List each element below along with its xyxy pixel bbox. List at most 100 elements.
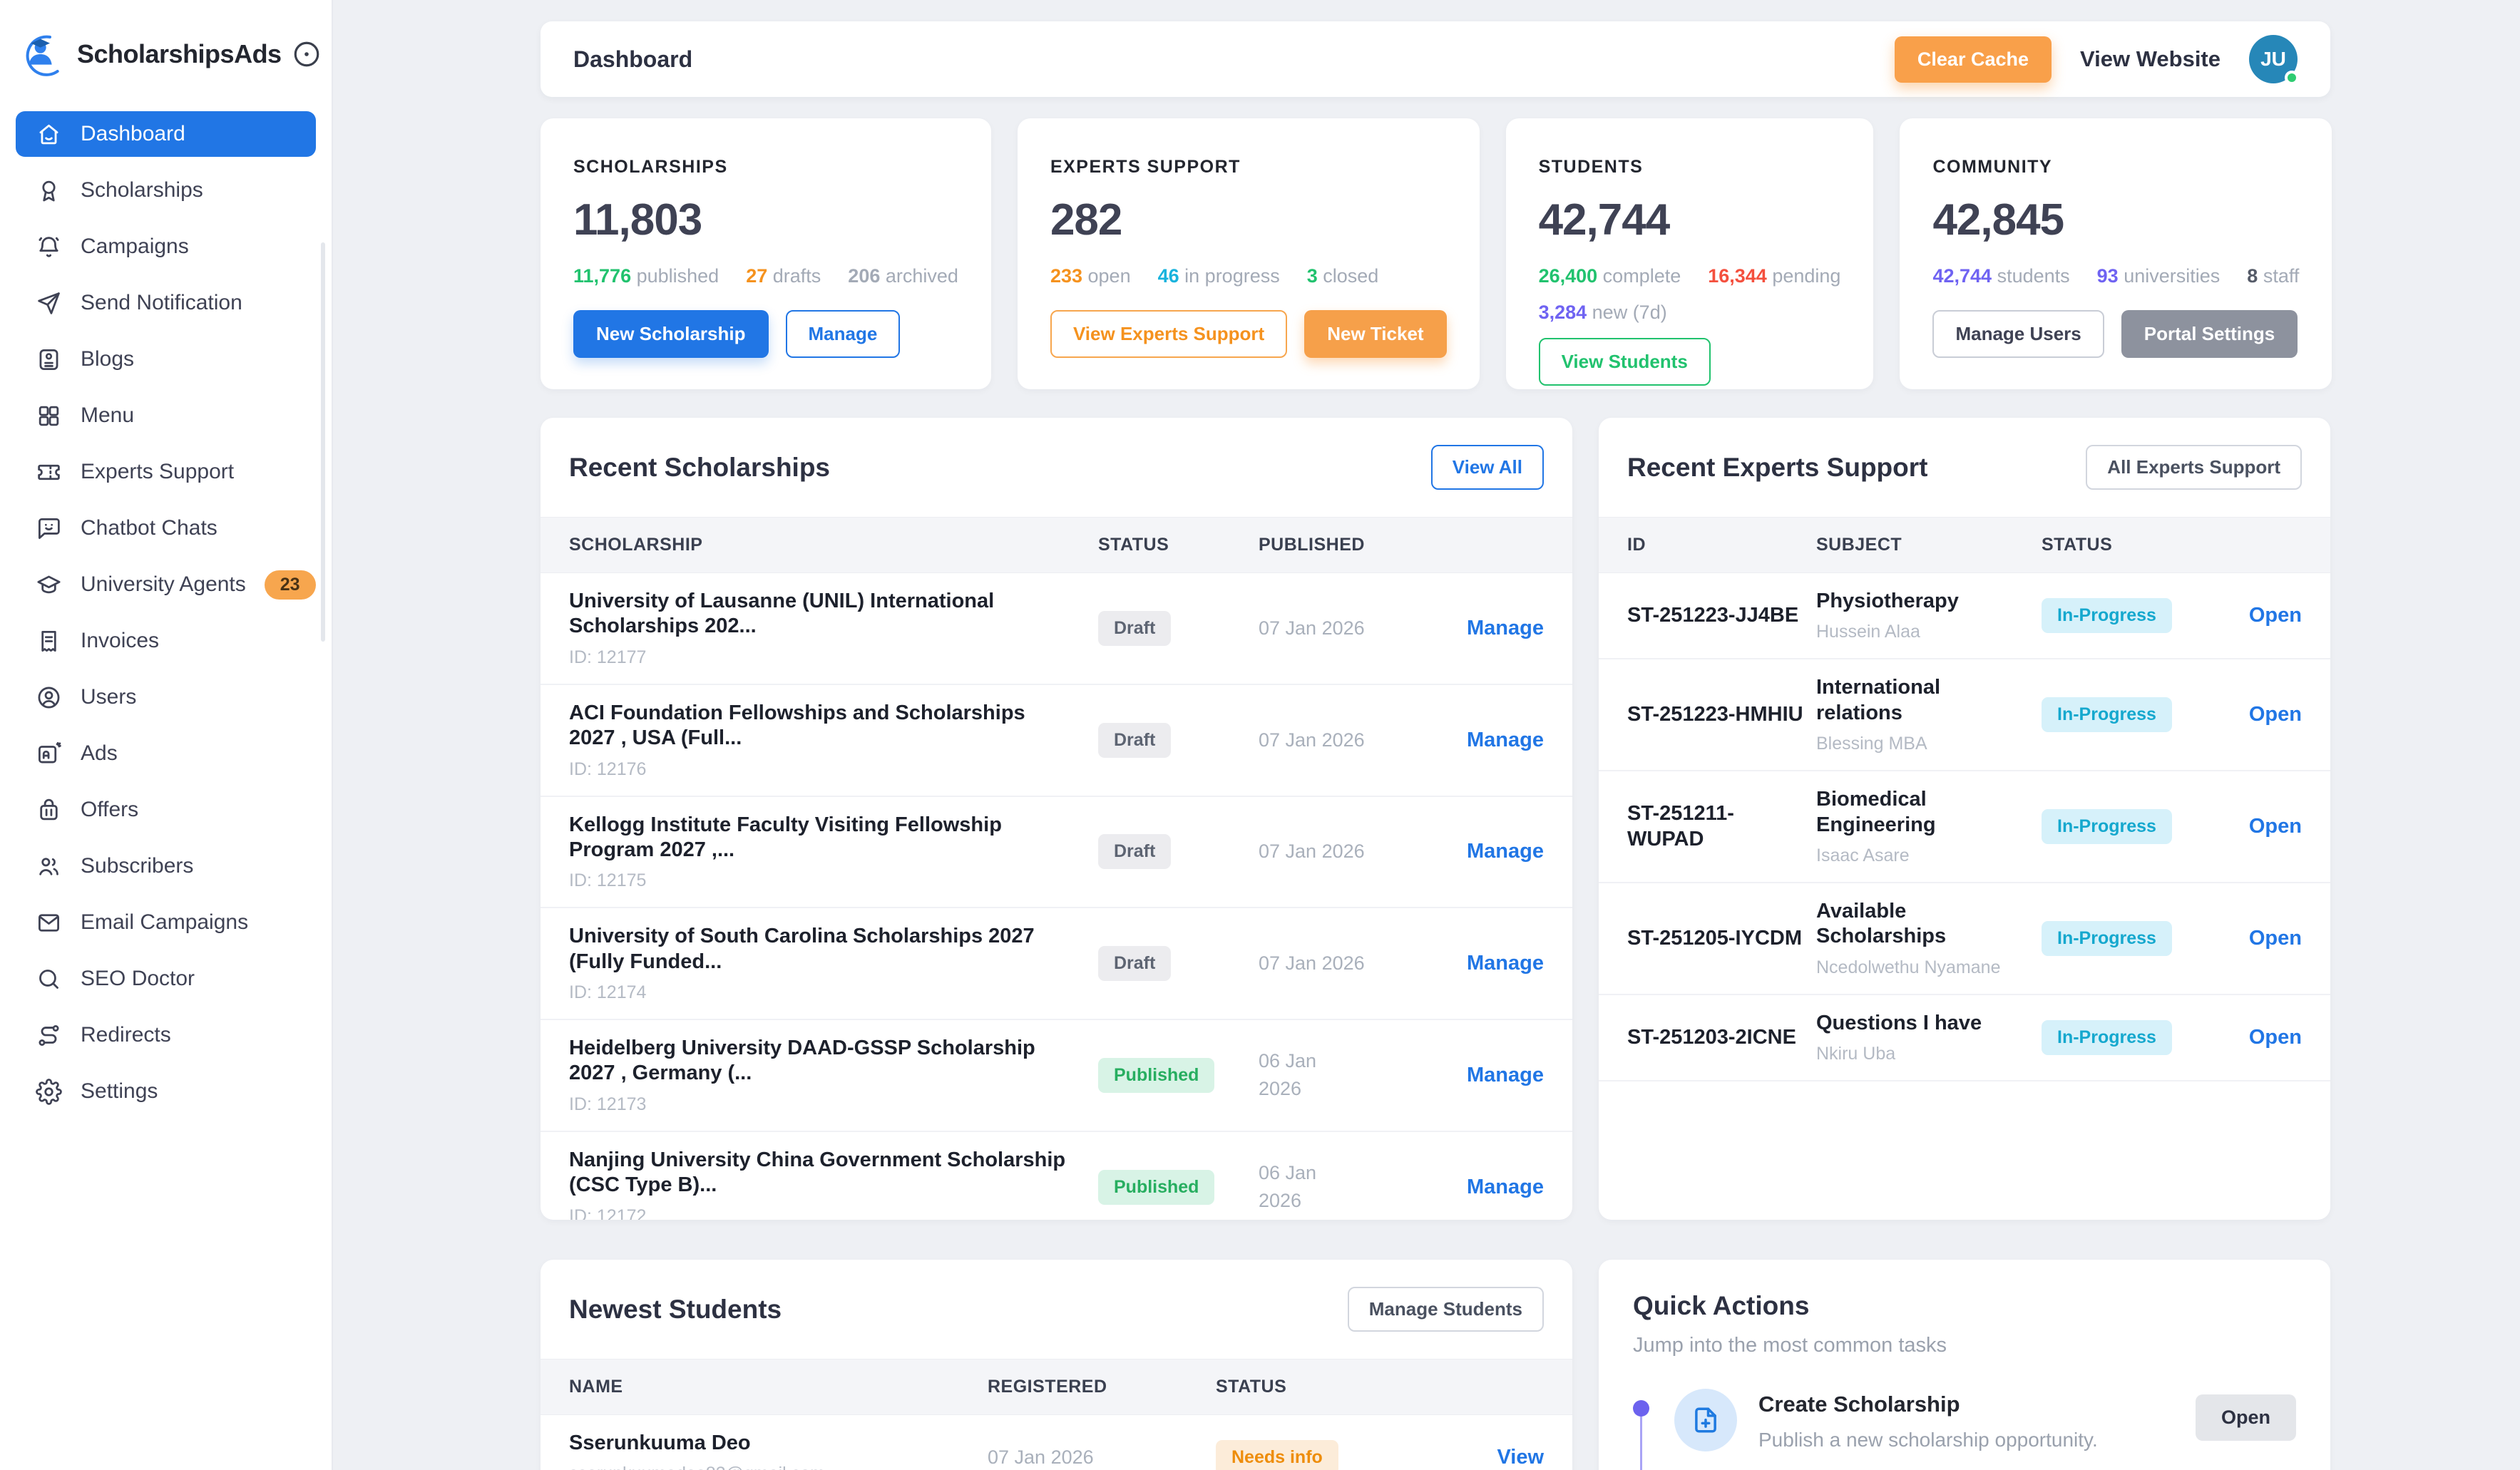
redirects-icon — [36, 1022, 62, 1049]
topbar: Dashboard Clear Cache View Website JU — [541, 21, 2330, 97]
ticket-subject: Biomedical Engineering — [1816, 787, 2030, 838]
view-experts-support-button[interactable]: View Experts Support — [1050, 310, 1287, 358]
manage-link[interactable]: Manage — [1467, 952, 1544, 975]
settings-icon — [36, 1079, 62, 1105]
email-campaigns-icon — [36, 910, 62, 936]
sidebar-item-settings[interactable]: Settings — [16, 1069, 316, 1114]
sidebar-item-campaigns[interactable]: Campaigns — [16, 224, 316, 269]
sidebar-item-label: Send Notification — [81, 291, 242, 315]
sidebar-item-badge: 23 — [265, 570, 316, 600]
quick-actions-list: Create ScholarshipPublish a new scholars… — [1633, 1389, 2296, 1470]
sidebar-collapse-icon[interactable] — [292, 39, 322, 69]
newest-students-card: Newest Students Manage Students NAME REG… — [541, 1260, 1572, 1470]
new-scholarship-button[interactable]: New Scholarship — [573, 310, 769, 358]
scholarship-title: University of South Carolina Scholarship… — [569, 924, 1077, 975]
scholarship-id: ID: 12177 — [569, 647, 1077, 668]
open-link[interactable]: Open — [2249, 927, 2302, 950]
view-all-button[interactable]: View All — [1431, 445, 1544, 490]
bottom-row: Newest Students Manage Students NAME REG… — [541, 1260, 2330, 1470]
ticket-person: Nkiru Uba — [1816, 1044, 2030, 1064]
manage-button[interactable]: Manage — [786, 310, 901, 358]
scholarship-id: ID: 12172 — [569, 1206, 1077, 1220]
stat-label: universities — [2124, 265, 2220, 287]
column-status: STATUS — [1216, 1377, 1465, 1397]
manage-link[interactable]: Manage — [1467, 1064, 1544, 1086]
sidebar-item-label: Campaigns — [81, 235, 189, 259]
scholarship-row: ACI Foundation Fellowships and Scholarsh… — [541, 685, 1572, 797]
stat-card-title: SCHOLARSHIPS — [573, 157, 958, 178]
scholarship-title: Nanjing University China Government Scho… — [569, 1148, 1077, 1198]
status-badge: In-Progress — [2042, 1020, 2172, 1055]
main-content: Dashboard Clear Cache View Website JU SC… — [333, 0, 2520, 1470]
sidebar-item-users[interactable]: Users — [16, 674, 316, 720]
manage-students-button[interactable]: Manage Students — [1348, 1287, 1544, 1332]
ticket-subject: International relations — [1816, 675, 2030, 726]
sidebar-item-dashboard[interactable]: Dashboard — [16, 111, 316, 157]
experts-support-title: Recent Experts Support — [1627, 453, 1927, 483]
stat-number: 46 — [1158, 265, 1179, 287]
sidebar-item-blogs[interactable]: Blogs — [16, 336, 316, 382]
status-badge: In-Progress — [2042, 697, 2172, 732]
stat-cards-row: SCHOLARSHIPS11,80311,776 published27 dra… — [541, 118, 2330, 389]
sidebar-item-label: Redirects — [81, 1023, 171, 1047]
sidebar-item-invoices[interactable]: Invoices — [16, 618, 316, 664]
experts-support-header: Recent Experts Support All Experts Suppo… — [1599, 418, 2330, 517]
sidebar-item-label: Menu — [81, 404, 134, 428]
manage-link[interactable]: Manage — [1467, 617, 1544, 639]
new-ticket-button[interactable]: New Ticket — [1304, 310, 1446, 358]
manage-link[interactable]: Manage — [1467, 729, 1544, 751]
scholarship-title: ACI Foundation Fellowships and Scholarsh… — [569, 701, 1077, 751]
sidebar-item-university-agents[interactable]: University Agents23 — [16, 562, 316, 607]
clear-cache-button[interactable]: Clear Cache — [1895, 36, 2052, 83]
stat-label: closed — [1323, 265, 1378, 287]
view-students-button[interactable]: View Students — [1539, 338, 1711, 386]
scholarship-title: Kellogg Institute Faculty Visiting Fello… — [569, 813, 1077, 863]
stat-label: published — [637, 265, 719, 287]
published-date: 07 Jan 2026 — [1259, 950, 1462, 977]
blogs-icon — [36, 346, 62, 373]
quick-action-create-scholarship: Create ScholarshipPublish a new scholars… — [1674, 1389, 2296, 1451]
quick-action-title: Create Scholarship — [1758, 1392, 2174, 1417]
open-link[interactable]: Open — [2249, 703, 2302, 726]
avatar[interactable]: JU — [2249, 35, 2298, 83]
stat-card-scholarships: SCHOLARSHIPS11,80311,776 published27 dra… — [541, 118, 991, 389]
sidebar-item-offers[interactable]: Offers — [16, 787, 316, 833]
sidebar-item-experts-support[interactable]: Experts Support — [16, 449, 316, 495]
stat-number: 11,776 — [573, 265, 631, 287]
manage-link[interactable]: Manage — [1467, 840, 1544, 863]
view-website-link[interactable]: View Website — [2080, 46, 2221, 72]
sidebar-item-label: Blogs — [81, 347, 134, 371]
sidebar-item-redirects[interactable]: Redirects — [16, 1012, 316, 1058]
students-table-header: NAME REGISTERED STATUS — [541, 1359, 1572, 1415]
scholarship-id: ID: 12173 — [569, 1094, 1077, 1115]
stat-number: 8 — [2247, 265, 2258, 287]
sidebar-item-ads[interactable]: Ads — [16, 731, 316, 776]
campaigns-icon — [36, 234, 62, 260]
column-id: ID — [1627, 535, 1816, 555]
manage-link[interactable]: Manage — [1467, 1176, 1544, 1198]
open-link[interactable]: Open — [2249, 1026, 2302, 1049]
portal-settings-button[interactable]: Portal Settings — [2121, 310, 2298, 358]
manage-users-button[interactable]: Manage Users — [1932, 310, 2104, 358]
ads-icon — [36, 741, 62, 767]
expert-ticket-row: ST-251203-2ICNEQuestions I haveNkiru Uba… — [1599, 995, 2330, 1081]
sidebar-item-subscribers[interactable]: Subscribers — [16, 843, 316, 889]
sidebar-item-email-campaigns[interactable]: Email Campaigns — [16, 900, 316, 945]
view-link[interactable]: View — [1497, 1446, 1544, 1469]
experts-support-card: Recent Experts Support All Experts Suppo… — [1599, 418, 2330, 1220]
sidebar-item-scholarships[interactable]: Scholarships — [16, 168, 316, 213]
sidebar-item-label: SEO Doctor — [81, 967, 195, 991]
column-name: NAME — [569, 1377, 988, 1397]
open-link[interactable]: Open — [2249, 604, 2302, 627]
sidebar-item-chatbot-chats[interactable]: Chatbot Chats — [16, 505, 316, 551]
sidebar-item-send-notification[interactable]: Send Notification — [16, 280, 316, 326]
column-subject: SUBJECT — [1816, 535, 2042, 555]
expert-ticket-row: ST-251211-WUPADBiomedical EngineeringIsa… — [1599, 771, 2330, 883]
stat-card-title: COMMUNITY — [1932, 157, 2299, 178]
sidebar-item-seo-doctor[interactable]: SEO Doctor — [16, 956, 316, 1002]
all-experts-support-button[interactable]: All Experts Support — [2086, 445, 2302, 490]
scholarship-row: Nanjing University China Government Scho… — [541, 1132, 1572, 1220]
open-link[interactable]: Open — [2249, 815, 2302, 838]
sidebar-item-menu[interactable]: Menu — [16, 393, 316, 438]
quick-action-open-button[interactable]: Open — [2196, 1394, 2296, 1441]
